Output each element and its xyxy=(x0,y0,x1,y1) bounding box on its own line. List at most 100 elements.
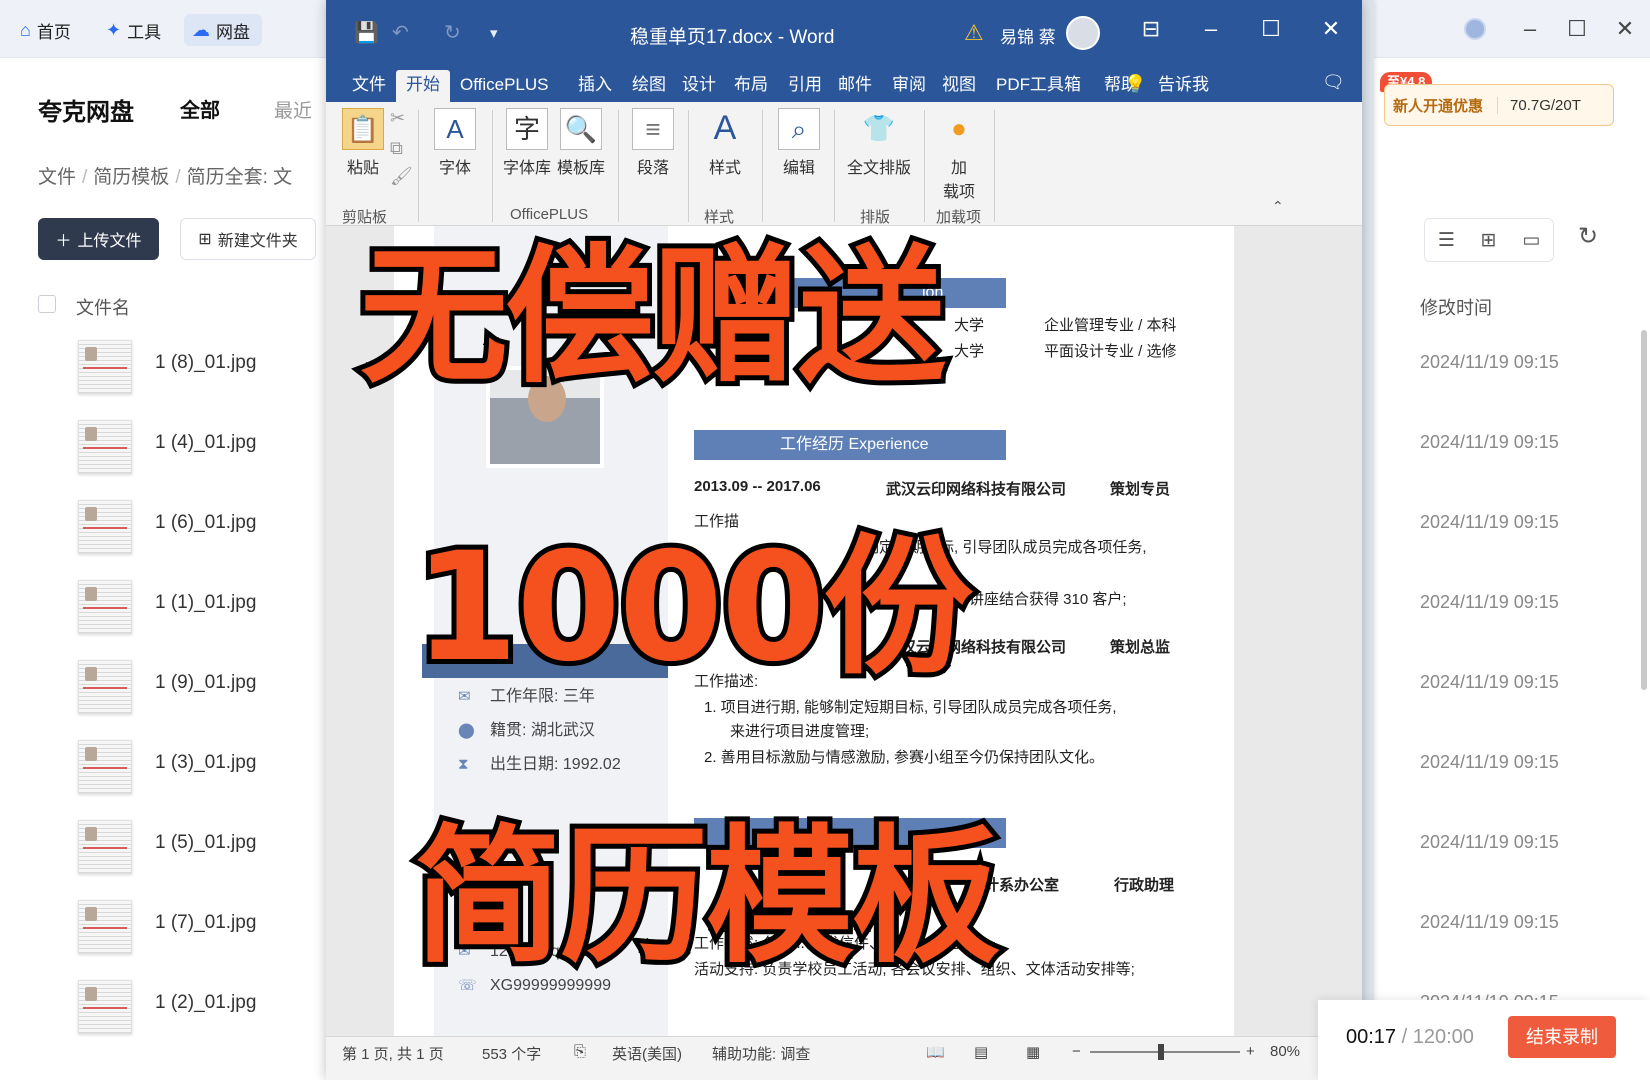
proofing-icon[interactable]: ⎘ xyxy=(574,1043,586,1060)
ribbon-display-icon[interactable]: ⊟ xyxy=(1134,16,1168,42)
edu2-major: 平面设计专业 / 选修 xyxy=(1044,343,1177,360)
zoom-out-icon[interactable]: − xyxy=(1072,1043,1081,1060)
grid-view-icon[interactable]: ⊞ xyxy=(1481,229,1497,252)
file-thumbnail[interactable] xyxy=(78,420,132,474)
file-thumbnail[interactable] xyxy=(78,660,132,714)
maximize-icon[interactable]: ☐ xyxy=(1254,16,1288,42)
new-folder-button[interactable]: ⊞ 新建文件夹 xyxy=(180,218,316,260)
copy-icon[interactable]: ⧉ xyxy=(390,138,403,159)
template-library-button[interactable]: 🔍 模板库 xyxy=(556,108,606,178)
ribbon-tab[interactable]: 视图 xyxy=(932,70,986,102)
page-count[interactable]: 第 1 页, 共 1 页 xyxy=(342,1043,444,1064)
zoom-slider-thumb[interactable] xyxy=(1158,1044,1164,1060)
file-name[interactable]: 1 (2)_01.jpg xyxy=(155,992,256,1014)
comments-icon[interactable]: 🗨 xyxy=(1322,72,1345,93)
file-name[interactable]: 1 (9)_01.jpg xyxy=(155,672,256,694)
styles-button[interactable]: A 样式 xyxy=(700,108,750,178)
file-name[interactable]: 1 (4)_01.jpg xyxy=(155,432,256,454)
file-name[interactable]: 1 (6)_01.jpg xyxy=(155,512,256,534)
close-icon[interactable]: ✕ xyxy=(1314,16,1348,42)
close-icon[interactable]: ✕ xyxy=(1610,14,1640,44)
user-avatar[interactable] xyxy=(1066,16,1100,50)
tab-tools-label: 工具 xyxy=(127,22,162,42)
ribbon-tab[interactable]: 插入 xyxy=(568,70,622,102)
breadcrumb-item[interactable]: 简历模板 xyxy=(93,167,169,188)
web-layout-icon[interactable]: ▦ xyxy=(1026,1043,1040,1061)
customize-toolbar-icon[interactable]: ▾ xyxy=(490,24,498,42)
zoom-slider[interactable] xyxy=(1090,1051,1240,1053)
file-thumbnail[interactable] xyxy=(78,980,132,1034)
promo-text: 新人开通优惠 xyxy=(1393,97,1484,115)
format-painter-icon[interactable]: 🖌 xyxy=(390,166,413,187)
tab-tools[interactable]: ✦ 工具 xyxy=(98,14,173,46)
file-thumbnail[interactable] xyxy=(78,820,132,874)
promo-banner[interactable]: 新人开通优惠 70.7G/20T xyxy=(1384,84,1614,126)
full-layout-button[interactable]: 👕 全文排版 xyxy=(844,108,914,178)
font-library-button[interactable]: 字 字体库 xyxy=(502,108,552,178)
ribbon-tab[interactable]: 绘图 xyxy=(622,70,676,102)
file-name[interactable]: 1 (8)_01.jpg xyxy=(155,352,256,374)
font-label: 字体 xyxy=(438,160,471,177)
accessibility[interactable]: 辅助功能: 调查 xyxy=(712,1043,810,1064)
file-name[interactable]: 1 (3)_01.jpg xyxy=(155,752,256,774)
collapse-ribbon-icon[interactable]: ⌃ xyxy=(1272,198,1284,215)
file-name[interactable]: 1 (5)_01.jpg xyxy=(155,832,256,854)
file-thumbnail[interactable] xyxy=(78,900,132,954)
scrollbar[interactable] xyxy=(1641,330,1647,690)
status-bar: 第 1 页, 共 1 页 553 个字 ⎘ 英语(美国) 辅助功能: 调查 📖 … xyxy=(326,1036,1362,1066)
cut-icon[interactable]: ✂ xyxy=(390,108,405,129)
ribbon-tab[interactable]: 引用 xyxy=(778,70,832,102)
file-thumbnail[interactable] xyxy=(78,580,132,634)
tab-netdisk[interactable]: ☁ 网盘 xyxy=(184,14,262,46)
read-mode-icon[interactable]: 📖 xyxy=(926,1043,945,1061)
ribbon-tab[interactable]: 审阅 xyxy=(882,70,936,102)
lightbulb-icon[interactable]: 💡 xyxy=(1124,74,1146,95)
zoom-level[interactable]: 80% xyxy=(1270,1043,1300,1060)
file-thumbnail[interactable] xyxy=(78,340,132,394)
file-thumbnail[interactable] xyxy=(78,500,132,554)
stop-recording-button[interactable]: 结束录制 xyxy=(1508,1016,1616,1058)
ribbon-tab[interactable]: PDF工具箱 xyxy=(986,70,1091,102)
word-count[interactable]: 553 个字 xyxy=(482,1043,541,1064)
zoom-in-icon[interactable]: + xyxy=(1246,1043,1255,1060)
warning-icon[interactable]: ⚠ xyxy=(964,20,984,46)
save-icon[interactable]: 💾 xyxy=(354,20,379,45)
select-all-checkbox[interactable] xyxy=(38,295,56,313)
addins-button[interactable]: ● 加 载项 xyxy=(934,108,984,202)
ribbon-tab[interactable]: 布局 xyxy=(724,70,778,102)
breadcrumb-item[interactable]: 简历全套: 文 xyxy=(187,167,293,188)
undo-icon[interactable]: ↶ xyxy=(392,20,409,45)
overlay-caption-3: 简历模板 xyxy=(409,806,1005,988)
file-name[interactable]: 1 (1)_01.jpg xyxy=(155,592,256,614)
file-thumbnail[interactable] xyxy=(78,740,132,794)
ribbon-tab[interactable]: OfficePLUS xyxy=(450,70,559,102)
preview-view-icon[interactable]: ▭ xyxy=(1522,229,1540,252)
nav-recent[interactable]: 最近 xyxy=(274,96,312,123)
column-modified[interactable]: 修改时间 xyxy=(1420,294,1492,320)
paste-button[interactable]: 📋 粘贴 xyxy=(338,108,388,178)
print-layout-icon[interactable]: ▤ xyxy=(974,1043,988,1061)
tab-home[interactable]: ⌂ 首页 xyxy=(12,14,83,46)
ribbon-tab[interactable]: 邮件 xyxy=(828,70,882,102)
redo-icon[interactable]: ↻ xyxy=(444,20,461,45)
nav-all[interactable]: 全部 xyxy=(180,94,220,123)
minimize-icon[interactable]: – xyxy=(1515,14,1545,44)
user-avatar[interactable] xyxy=(1464,18,1486,40)
list-view-icon[interactable]: ☰ xyxy=(1438,229,1455,252)
font-button[interactable]: A 字体 xyxy=(430,108,480,178)
column-filename[interactable]: 文件名 xyxy=(76,294,130,320)
language[interactable]: 英语(美国) xyxy=(612,1043,682,1064)
ribbon-tab[interactable]: 文件 xyxy=(342,70,396,102)
ribbon-tab[interactable]: 开始 xyxy=(396,70,450,102)
minimize-icon[interactable]: – xyxy=(1194,16,1228,42)
file-name[interactable]: 1 (7)_01.jpg xyxy=(155,912,256,934)
upload-button[interactable]: ＋ 上传文件 xyxy=(38,218,159,260)
refresh-icon[interactable]: ↻ xyxy=(1578,222,1598,251)
paragraph-button[interactable]: ≡ 段落 xyxy=(628,108,678,178)
maximize-icon[interactable]: ☐ xyxy=(1562,14,1592,44)
edit-button[interactable]: ⌕ 编辑 xyxy=(774,108,824,178)
user-name[interactable]: 易锦 蔡 xyxy=(1000,23,1056,48)
ribbon-tab[interactable]: 设计 xyxy=(672,70,726,102)
ribbon-tab[interactable]: 告诉我 xyxy=(1148,70,1219,102)
breadcrumb-item[interactable]: 文件 xyxy=(38,167,76,188)
